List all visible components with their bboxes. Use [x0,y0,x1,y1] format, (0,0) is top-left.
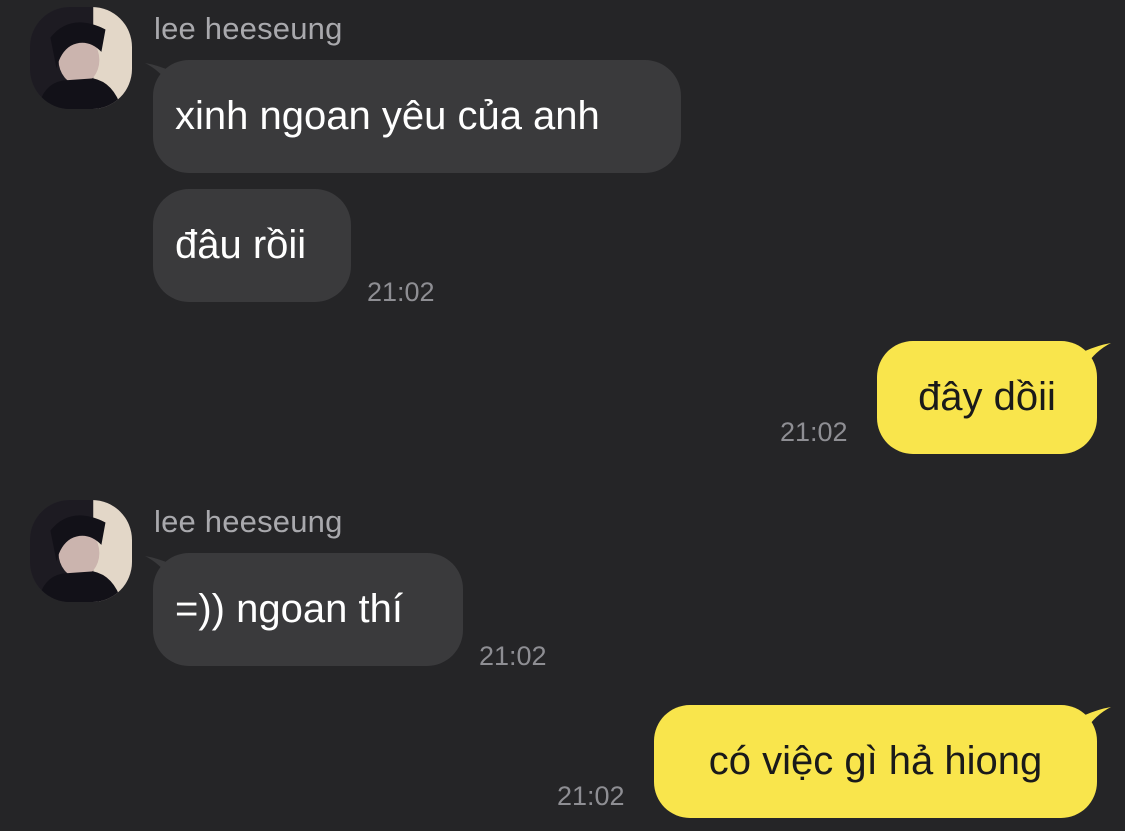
message-text: xinh ngoan yêu của anh [175,94,600,138]
sender-avatar[interactable] [30,500,132,602]
incoming-message-bubble[interactable]: xinh ngoan yêu của anh [153,60,681,173]
message-timestamp: 21:02 [557,781,625,811]
message-timestamp: 21:02 [479,641,547,671]
sender-avatar[interactable] [30,7,132,109]
message-text: có việc gì hả hiong [708,739,1043,783]
message-text: đâu rồii [175,223,307,267]
outgoing-message-bubble[interactable]: có việc gì hả hiong [654,705,1097,818]
incoming-message-bubble[interactable]: đâu rồii [153,189,351,302]
sender-name: lee heeseung [154,504,343,539]
profile-photo-icon [30,7,132,109]
outgoing-message-bubble[interactable]: đây dồii [877,341,1097,454]
message-timestamp: 21:02 [780,417,848,447]
sender-name: lee heeseung [154,11,343,46]
incoming-message-bubble[interactable]: =)) ngoan thí [153,553,463,666]
message-text: đây dồii [918,375,1056,419]
bubble-tail [1085,343,1111,367]
chat-thread[interactable]: lee heeseung xinh ngoan yêu của anh đâu … [0,0,1125,831]
message-timestamp: 21:02 [367,277,435,307]
bubble-tail [1085,707,1111,731]
profile-photo-icon [30,500,132,602]
message-text: =)) ngoan thí [175,587,403,631]
